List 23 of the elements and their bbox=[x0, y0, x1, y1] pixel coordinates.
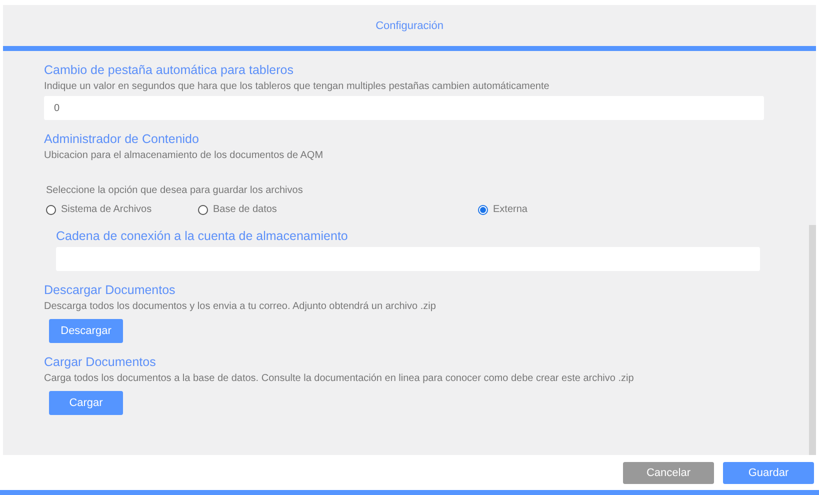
action-button[interactable]: Descargar bbox=[49, 319, 123, 343]
section-title: Descargar Documentos bbox=[44, 283, 176, 297]
cancel-button[interactable]: Cancelar bbox=[623, 462, 714, 484]
section-title: Cambio de pestaña automática para tableros bbox=[44, 63, 294, 77]
section-description: Ubicacion para el almacenamiento de los documentos de AQM bbox=[44, 150, 324, 161]
section-description: Descarga todos los documentos y los envia a tu correo. Adjunto obtendrá un archivo .zip bbox=[44, 301, 436, 312]
radio-label: Externa bbox=[493, 204, 528, 215]
field-label: Cadena de conexión a la cuenta de almacenamiento bbox=[56, 229, 348, 243]
option-prompt: Seleccione la opción que desea para guardar los archivos bbox=[46, 185, 303, 196]
scrollbar-thumb[interactable] bbox=[809, 225, 816, 455]
save-button[interactable]: Guardar bbox=[723, 462, 814, 484]
radio-button[interactable] bbox=[198, 204, 208, 214]
input-field[interactable]: 0 bbox=[44, 96, 764, 120]
section-title: Administrador de Contenido bbox=[44, 132, 199, 146]
radio-button[interactable] bbox=[478, 204, 488, 214]
section-description: Carga todos los documentos a la base de datos. Consulte la documentación en linea para conocer como debe crear este archivo .zip bbox=[44, 373, 634, 384]
radio-label: Base de datos bbox=[213, 204, 277, 215]
radio-button[interactable] bbox=[46, 204, 56, 214]
dialog-title: Configuración bbox=[376, 20, 444, 32]
action-button[interactable]: Cargar bbox=[49, 391, 123, 415]
section-description: Indique un valor en segundos que hara que los tableros que tengan multiples pestañas cambien automáticamente bbox=[44, 81, 550, 92]
radio-label: Sistema de Archivos bbox=[61, 204, 152, 215]
section-title: Cargar Documentos bbox=[44, 355, 156, 369]
